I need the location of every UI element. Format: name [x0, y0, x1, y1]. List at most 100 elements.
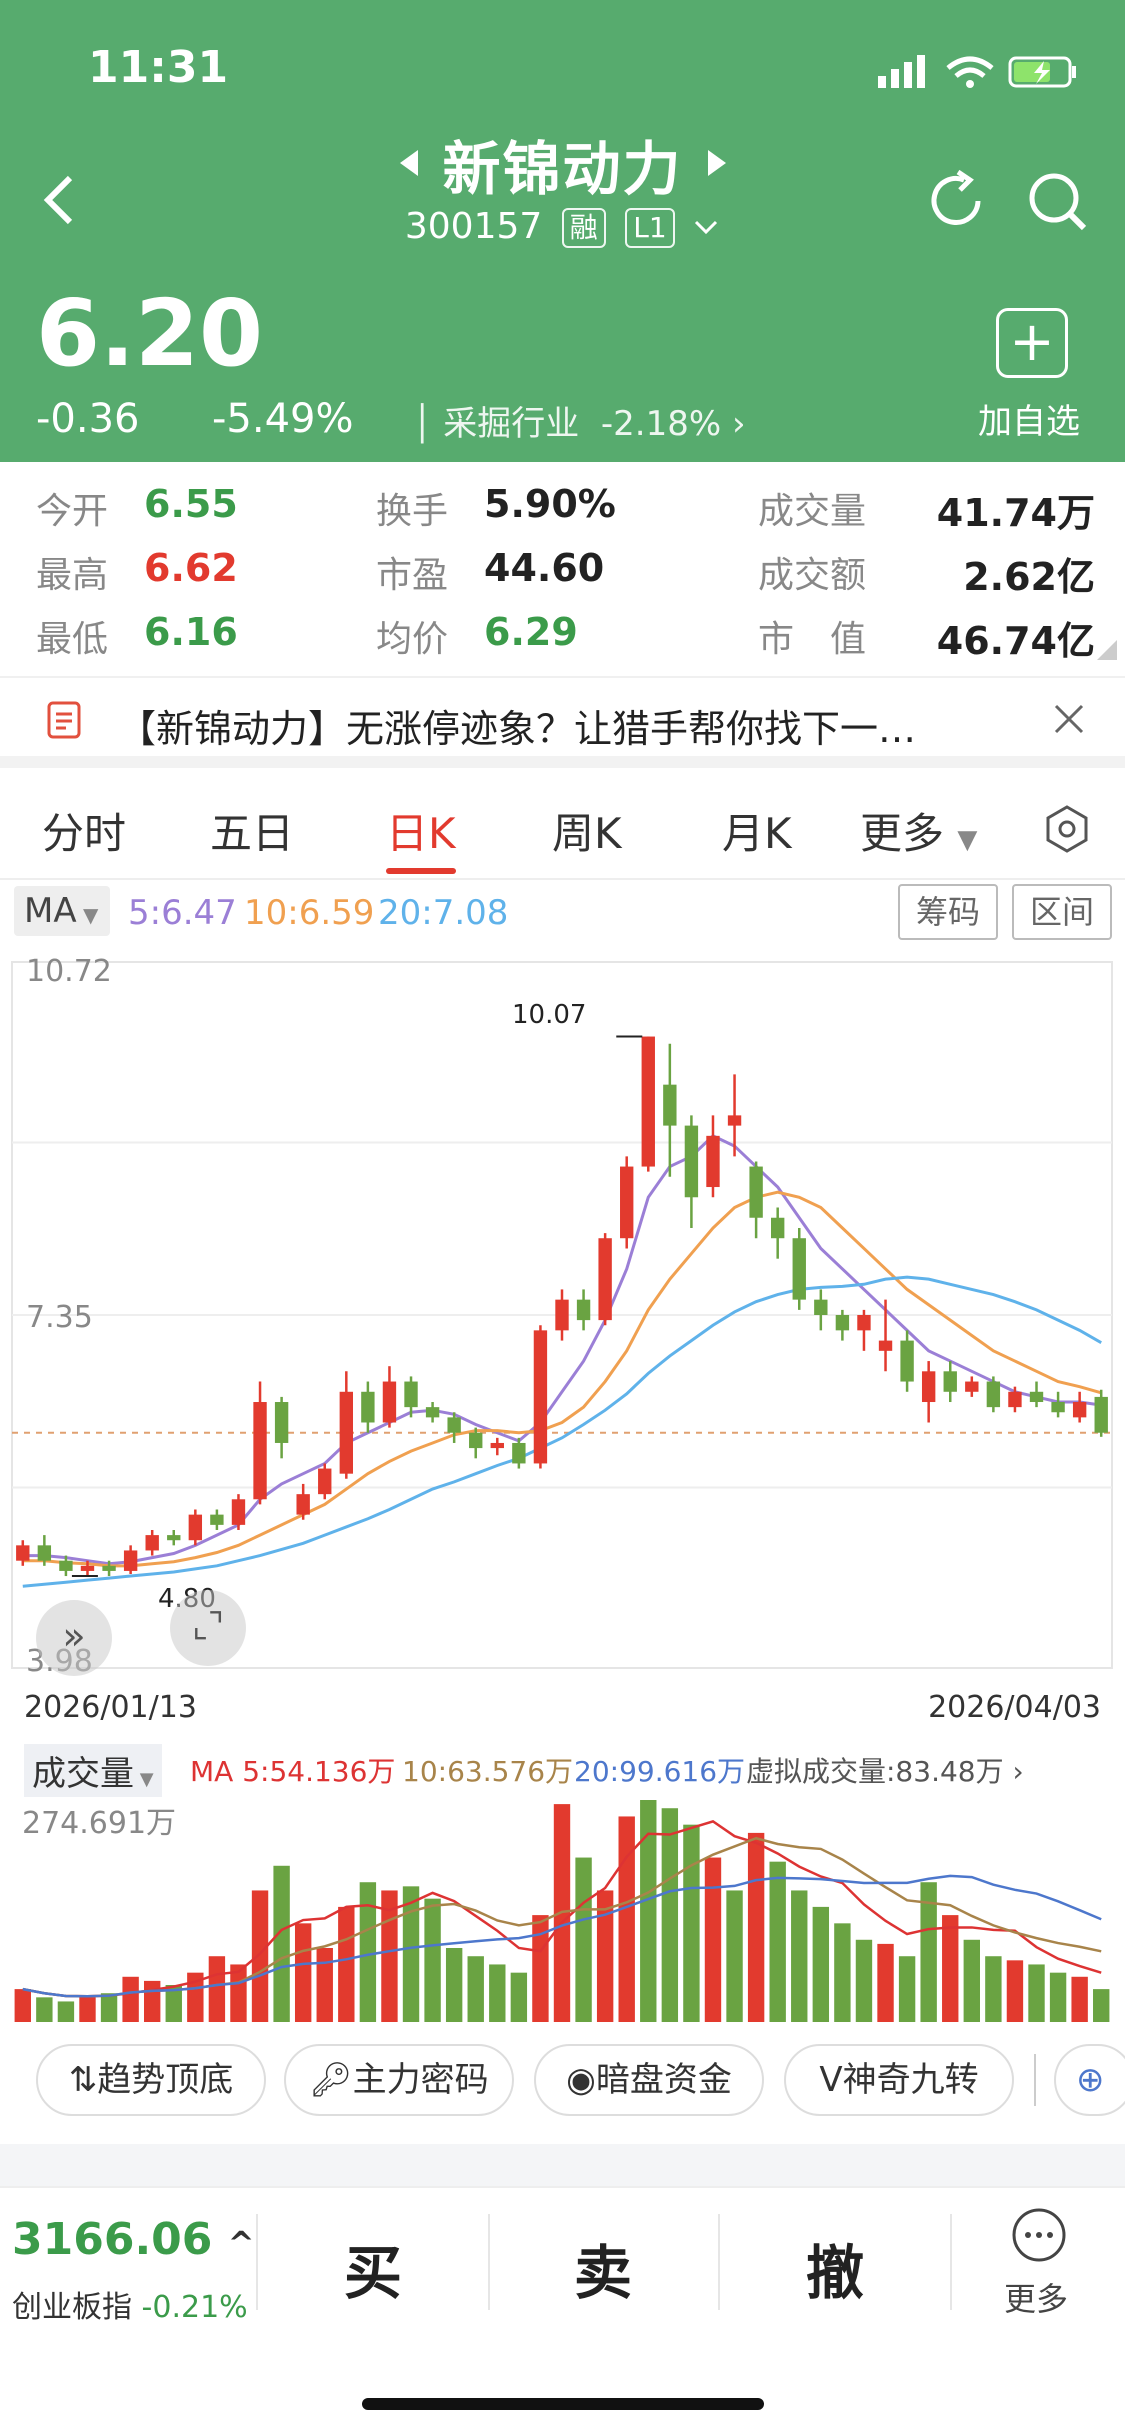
virtual-volume[interactable]: 虚拟成交量:83.48万 › — [746, 1750, 1024, 1790]
expand-corner-icon[interactable] — [1095, 638, 1119, 662]
level-tag[interactable]: L1 — [625, 208, 675, 248]
news-text[interactable]: 【新锦动力】无涨停迹象？让猎手帮你找下一… — [118, 698, 916, 753]
volume-bar — [1071, 1976, 1088, 2022]
candle — [878, 1299, 893, 1372]
candle-body — [425, 1407, 440, 1418]
candle — [167, 1529, 181, 1546]
volume-bar — [424, 1898, 441, 2022]
kline-chart[interactable] — [0, 950, 1125, 1680]
candle-body — [533, 1330, 548, 1464]
volume-bar — [36, 1997, 53, 2022]
high-value: 6.62 — [144, 546, 238, 590]
volume-bar — [445, 1948, 463, 2022]
volume-bar — [985, 1956, 1002, 2022]
volume-bar — [57, 2001, 75, 2022]
volume-selector-label: 成交量 — [32, 1754, 134, 1794]
volume-bar — [402, 1886, 420, 2022]
candle-body — [447, 1417, 461, 1433]
quote-stats: 今开 6.55 最高 6.62 最低 6.16 换手 5.90% 市盈 44.6… — [0, 462, 1125, 676]
main-force-chip[interactable]: 🔑︎主力密码 — [284, 2044, 514, 2116]
add-watchlist-button[interactable]: + — [996, 308, 1068, 378]
candle — [361, 1381, 375, 1433]
refresh-icon[interactable] — [924, 168, 990, 234]
amount-label: 成交额 — [758, 555, 867, 596]
candle-body — [878, 1340, 893, 1351]
range-button[interactable]: 区间 — [1012, 884, 1112, 940]
chevron-down-icon[interactable] — [692, 218, 720, 238]
trend-top-bottom-chip[interactable]: ⇅趋势顶底 — [36, 2044, 266, 2116]
industry-name: 采掘行业 — [443, 404, 580, 444]
candle — [986, 1376, 1001, 1413]
pe-label: 市盈 — [376, 555, 449, 596]
search-icon[interactable] — [1024, 168, 1090, 234]
cancel-order-button[interactable]: 撤 — [806, 2226, 864, 2310]
tab-monthly-k[interactable]: 月K — [722, 800, 792, 861]
volume-bar — [1006, 1960, 1024, 2022]
close-icon[interactable] — [1052, 702, 1086, 736]
fullscreen-button[interactable]: ⌞⌝ — [170, 1590, 246, 1666]
caret-down-icon: ▼ — [76, 903, 99, 927]
candle — [490, 1437, 504, 1456]
avg-value: 6.29 — [484, 610, 578, 654]
start-date: 2026/01/13 — [24, 1690, 197, 1725]
more-dots-icon[interactable] — [1010, 2206, 1068, 2264]
tab-weekly-k[interactable]: 周K — [552, 800, 622, 861]
mcap-label: 市 值 — [758, 619, 867, 660]
volume-bar — [855, 1939, 873, 2022]
crosshair-chip-icon[interactable]: ⊕ — [1054, 2044, 1125, 2116]
candle-body — [59, 1560, 73, 1571]
tab-more[interactable]: 更多 ▼ — [860, 800, 977, 861]
candle-body — [771, 1217, 785, 1239]
candle — [900, 1330, 914, 1392]
candle — [231, 1494, 246, 1530]
candle-body — [210, 1514, 224, 1525]
tab-five-day[interactable]: 五日 — [210, 800, 294, 861]
candle-body — [1094, 1396, 1108, 1433]
sell-button[interactable]: 卖 — [574, 2226, 632, 2310]
price-change-pct: -5.49% — [212, 396, 354, 442]
candle — [663, 1043, 677, 1177]
candle-body — [123, 1550, 138, 1571]
volume-bar — [1049, 1972, 1067, 2022]
settings-hex-icon[interactable] — [1044, 804, 1090, 854]
active-tab-indicator — [386, 868, 456, 874]
ma-selector-label: MA — [24, 891, 77, 931]
tab-daily-k[interactable]: 日K — [386, 800, 456, 861]
candle — [857, 1309, 871, 1351]
candle-body — [274, 1402, 289, 1443]
stock-code: 300157 — [404, 206, 543, 247]
high-label: 最高 — [36, 555, 109, 596]
open-label: 今开 — [36, 491, 109, 532]
candle-body — [102, 1565, 116, 1571]
buy-button[interactable]: 买 — [344, 2226, 402, 2310]
more-label[interactable]: 更多 — [1004, 2274, 1068, 2320]
tab-intraday[interactable]: 分时 — [42, 800, 126, 861]
chevron-up-icon: ^ — [227, 2224, 255, 2262]
candle-body — [965, 1381, 979, 1392]
candle-body — [404, 1381, 418, 1408]
ma-selector[interactable]: MA ▼ — [14, 886, 110, 936]
add-watchlist-label[interactable]: 加自选 — [978, 394, 1080, 443]
volume-bar — [726, 1890, 743, 2022]
volume-value: 41.74万 — [936, 491, 1095, 535]
status-icons — [878, 55, 1076, 88]
candle — [555, 1289, 569, 1341]
volume-label: 成交量 — [758, 491, 867, 532]
index-value-text: 3166.06 — [12, 2214, 213, 2265]
candle-body — [37, 1545, 52, 1561]
industry-link[interactable]: │ 采掘行业 -2.18% › — [412, 396, 746, 445]
dark-pool-label: 暗盘资金 — [595, 2060, 732, 2100]
dark-icon: ◉ — [566, 2060, 596, 2100]
index-value[interactable]: 3166.06 ^ — [12, 2214, 255, 2265]
candle-body — [1029, 1391, 1044, 1403]
expand-left-button[interactable]: » — [36, 1600, 112, 1676]
volume-bar — [942, 1915, 959, 2022]
volume-chart[interactable] — [0, 1790, 1125, 2030]
volume-bar — [489, 1964, 506, 2022]
dark-pool-chip[interactable]: ◉暗盘资金 — [534, 2044, 764, 2116]
chips-button[interactable]: 筹码 — [898, 884, 998, 940]
y-max-label: 10.72 — [26, 954, 112, 989]
candle-body — [921, 1371, 936, 1403]
candle-body — [253, 1402, 267, 1500]
magic-nine-chip[interactable]: ᐯ神奇九转 — [784, 2044, 1014, 2116]
